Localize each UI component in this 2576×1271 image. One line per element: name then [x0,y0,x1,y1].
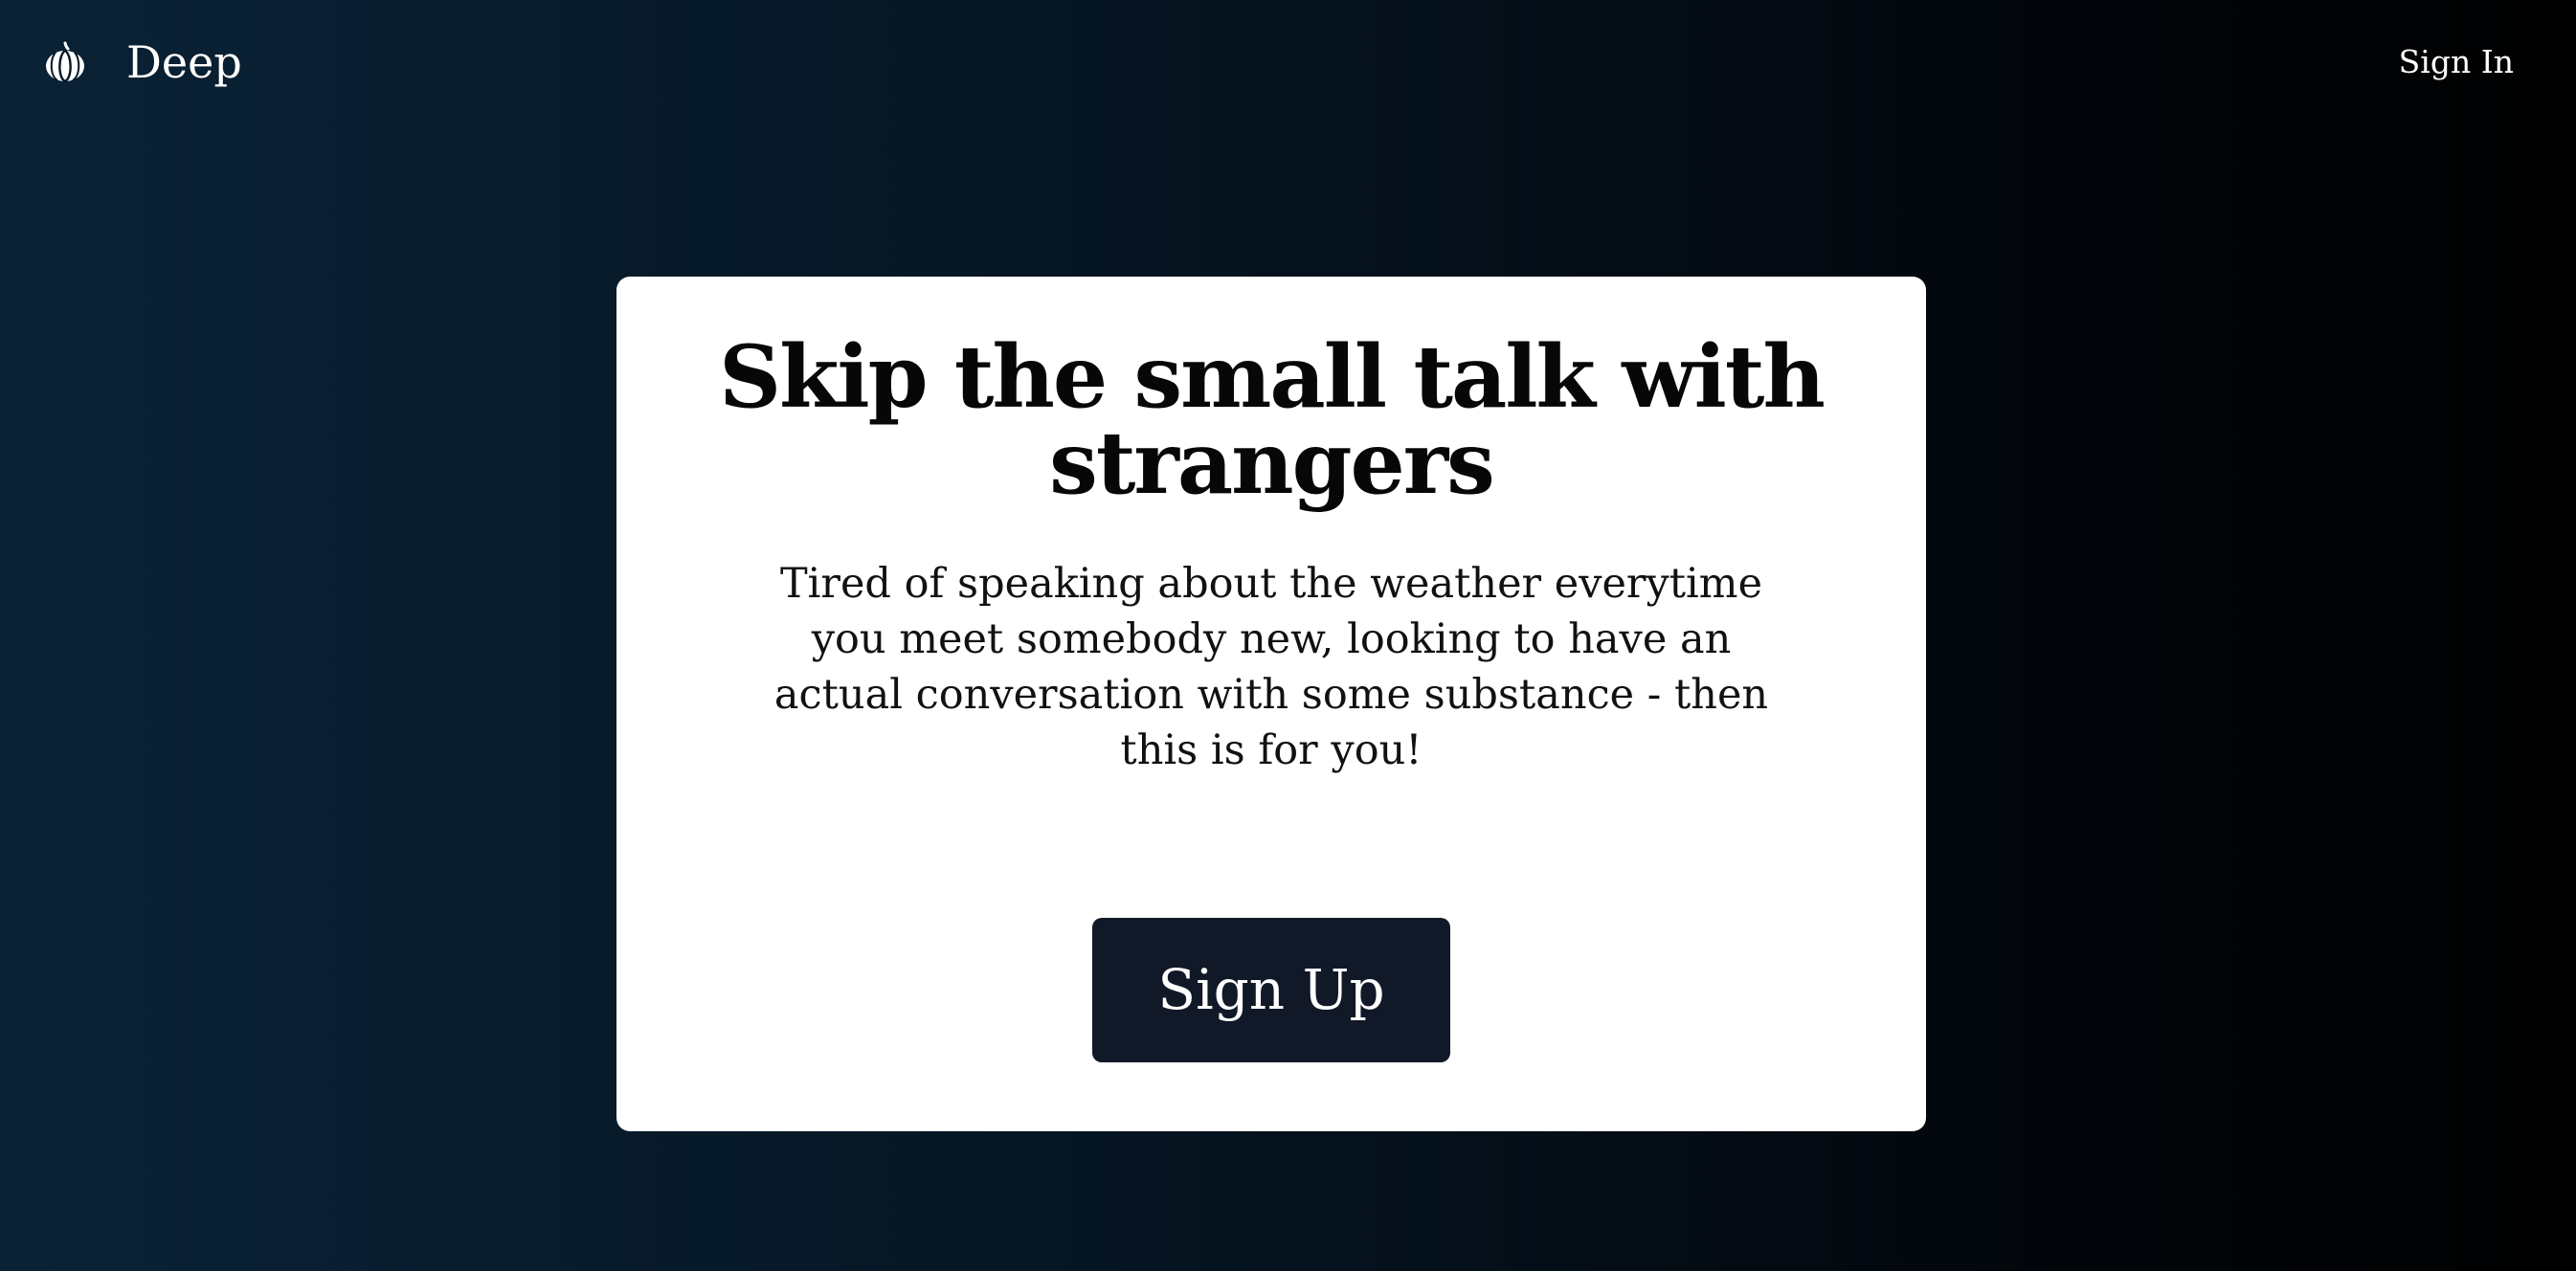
hero-card: Skip the small talk with strangers Tired… [616,277,1926,1131]
pumpkin-icon [46,41,84,83]
brand-name: Deep [126,36,242,88]
top-navbar: Deep Sign In [0,0,2576,124]
hero-headline: Skip the small talk with strangers [719,326,1826,514]
hero-description: Tired of speaking about the weather ever… [773,560,1769,774]
brand-home-link[interactable]: Deep [42,29,242,96]
sign-up-button[interactable]: Sign Up [1092,918,1450,1062]
sign-in-link[interactable]: Sign In [2399,34,2514,90]
